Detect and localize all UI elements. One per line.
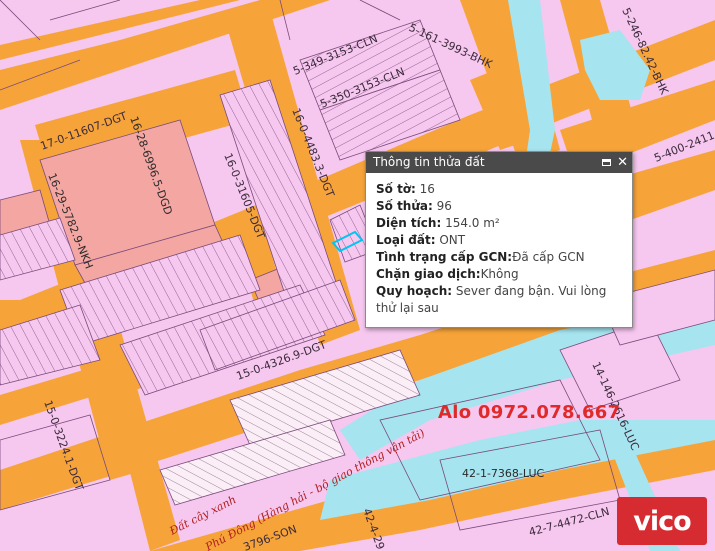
parcel-label: 42-1-7368-LUC	[462, 467, 545, 480]
field-area: Diện tích: 154.0 m²	[376, 216, 500, 230]
popup-body: Số tờ: 16 Số thửa: 96 Diện tích: 154.0 m…	[366, 173, 632, 317]
parcel-info-popup: Thông tin thửa đất ✕ Số tờ: 16 Số thửa: …	[365, 151, 633, 328]
close-icon[interactable]: ✕	[617, 152, 628, 173]
field-planning: Quy hoạch: Sever đang bận. Vui lòng thử …	[376, 284, 607, 315]
field-certificate-status: Tình trạng cấp GCN:Đã cấp GCN	[376, 250, 585, 264]
vico-logo: vico	[617, 497, 707, 545]
field-sheet-number: Số tờ: 16	[376, 182, 435, 196]
popup-header: Thông tin thửa đất ✕	[366, 152, 632, 173]
popup-title: Thông tin thửa đất	[373, 155, 485, 169]
popup-window-controls: ✕	[602, 152, 628, 173]
field-transaction-block: Chặn giao dịch:Không	[376, 267, 519, 281]
field-land-type: Loại đất: ONT	[376, 233, 466, 247]
field-parcel-number: Số thửa: 96	[376, 199, 452, 213]
hotline-text: Alo 0972.078.667	[438, 402, 621, 423]
maximize-icon[interactable]	[602, 159, 612, 166]
